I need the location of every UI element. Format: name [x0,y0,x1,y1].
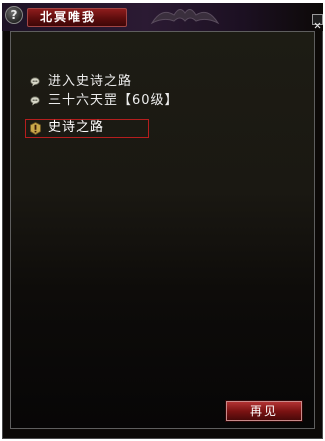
goodbye-button[interactable]: 再见 [225,400,303,422]
bat-ornament-icon [150,9,220,25]
quest-exclamation-icon [30,121,41,135]
chat-bubble-icon [30,77,40,87]
dialog-option-36-tiangang[interactable]: 三十六天罡【60级】 [30,92,179,110]
close-icon [314,22,321,29]
quest-label: 史诗之路 [48,120,105,135]
dialog-option-label: 三十六天罡【60级】 [48,93,179,108]
quest-item-epic-road[interactable]: 史诗之路 [30,119,104,137]
window-title: 北冥唯我 [40,10,97,24]
dialog-option-enter-epic-road[interactable]: 进入史诗之路 [30,73,132,91]
chat-bubble-icon [30,96,40,106]
dialog-option-label: 进入史诗之路 [48,74,133,89]
help-button[interactable]: ? [5,6,23,24]
close-button[interactable] [312,14,323,29]
